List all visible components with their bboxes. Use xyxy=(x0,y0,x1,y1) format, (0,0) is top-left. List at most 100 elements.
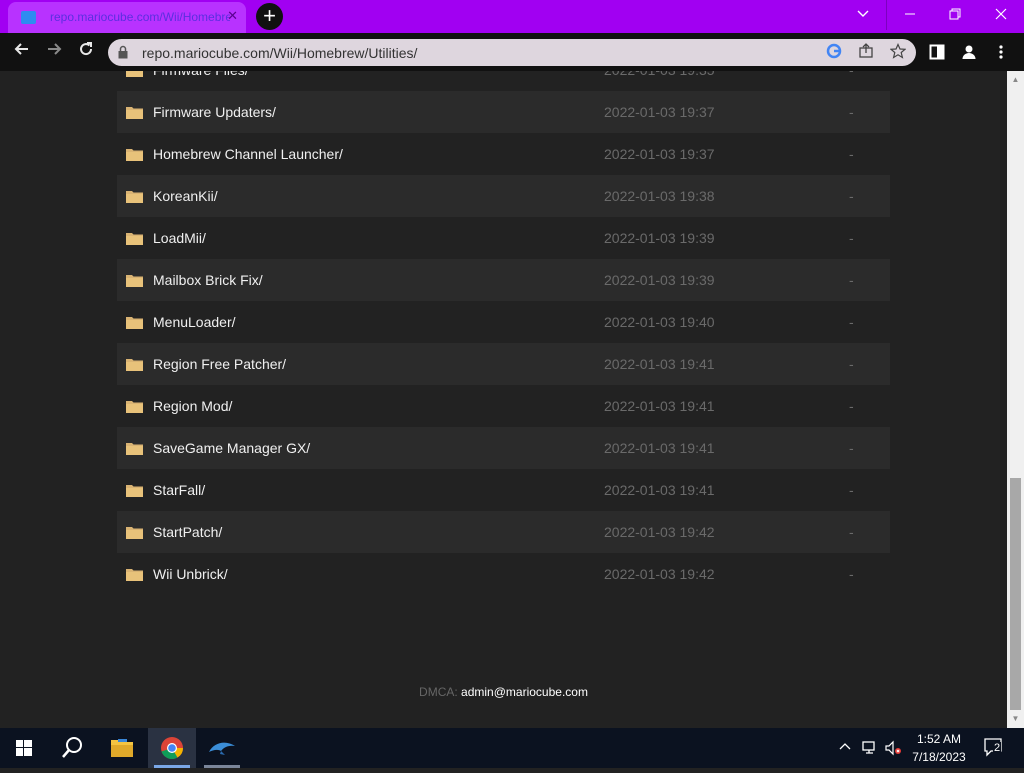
modified-date: 2022-01-03 19:42 xyxy=(604,566,715,582)
forward-button[interactable] xyxy=(42,40,66,64)
minimize-button[interactable] xyxy=(886,0,933,30)
system-clock[interactable]: 1:52 AM 7/18/2023 xyxy=(906,730,972,766)
folder-link[interactable]: StarFall/ xyxy=(153,482,205,498)
file-size: - xyxy=(849,482,854,498)
lock-icon[interactable] xyxy=(118,45,128,59)
folder-link[interactable]: SaveGame Manager GX/ xyxy=(153,440,310,456)
chevron-up-icon xyxy=(839,743,851,750)
folder-link[interactable]: Wii Unbrick/ xyxy=(153,566,228,582)
tab-title: repo.mariocube.com/Wii/Homebrew/Utilitie… xyxy=(50,10,230,24)
restore-button[interactable] xyxy=(932,0,978,30)
reload-button[interactable] xyxy=(74,40,98,64)
profile-icon[interactable] xyxy=(960,44,978,62)
file-size: - xyxy=(849,272,854,288)
modified-date: 2022-01-03 19:39 xyxy=(604,272,715,288)
folder-link[interactable]: Region Free Patcher/ xyxy=(153,356,286,372)
folder-icon xyxy=(111,739,133,757)
windows-logo-icon xyxy=(16,740,32,756)
google-lens-icon[interactable] xyxy=(824,43,844,63)
folder-icon xyxy=(126,149,143,161)
file-explorer-button[interactable] xyxy=(98,728,146,768)
folder-icon xyxy=(126,359,143,371)
folder-icon xyxy=(126,233,143,245)
table-row: Region Mod/2022-01-03 19:41 - xyxy=(117,385,890,427)
tab-close-icon[interactable]: ✕ xyxy=(227,8,238,24)
file-size: - xyxy=(849,524,854,540)
file-size: - xyxy=(849,71,854,78)
folder-icon xyxy=(126,275,143,287)
page-content: Firmware Files/2022-01-03 19:35 - Firmware… xyxy=(0,71,1007,728)
reload-icon xyxy=(80,42,93,56)
table-row: SaveGame Manager GX/2022-01-03 19:41 - xyxy=(117,427,890,469)
modified-date: 2022-01-03 19:37 xyxy=(604,104,715,120)
browser-titlebar: repo.mariocube.com/Wii/Homebrew/Utilitie… xyxy=(0,0,1024,33)
clock-time: 1:52 AM xyxy=(916,732,962,746)
scroll-up-arrow-icon[interactable]: ▲ xyxy=(1007,75,1024,84)
clock-date: 7/18/2023 xyxy=(912,750,966,764)
chrome-taskbar-button[interactable] xyxy=(148,728,196,768)
folder-link[interactable]: Homebrew Channel Launcher/ xyxy=(153,146,343,162)
folder-link[interactable]: MenuLoader/ xyxy=(153,314,236,330)
share-icon[interactable] xyxy=(856,43,876,63)
folder-icon xyxy=(126,401,143,413)
table-row: Wii Unbrick/2022-01-03 19:42 - xyxy=(117,553,890,595)
file-size: - xyxy=(849,356,854,372)
scrollbar-thumb[interactable] xyxy=(1010,478,1021,710)
file-size: - xyxy=(849,230,854,246)
folder-link[interactable]: Mailbox Brick Fix/ xyxy=(153,272,263,288)
table-row: Mailbox Brick Fix/2022-01-03 19:39 - xyxy=(117,259,890,301)
folder-icon xyxy=(126,443,143,455)
folder-link[interactable]: LoadMii/ xyxy=(153,230,206,246)
modified-date: 2022-01-03 19:42 xyxy=(604,524,715,540)
notification-count-badge: 2 xyxy=(993,742,1002,754)
modified-date: 2022-01-03 19:38 xyxy=(604,188,715,204)
url-text[interactable]: repo.mariocube.com/Wii/Homebrew/Utilitie… xyxy=(142,45,417,61)
file-size: - xyxy=(849,566,854,582)
search-button[interactable] xyxy=(48,728,96,768)
folder-link[interactable]: Firmware Updaters/ xyxy=(153,104,276,120)
network-icon[interactable] xyxy=(861,740,879,759)
file-size: - xyxy=(849,314,854,330)
modified-date: 2022-01-03 19:35 xyxy=(604,71,715,78)
folder-icon xyxy=(126,107,143,119)
table-row: Homebrew Channel Launcher/2022-01-03 19:… xyxy=(117,133,890,175)
footer: DMCA: admin@mariocube.com xyxy=(0,685,1007,699)
tab-search-button[interactable] xyxy=(840,0,886,30)
dolphin-taskbar-button[interactable] xyxy=(198,728,246,768)
notifications-button[interactable]: 2 xyxy=(983,737,1007,762)
directory-listing: Firmware Files/2022-01-03 19:35 - Firmware… xyxy=(117,71,890,595)
show-hidden-icons-button[interactable] xyxy=(838,740,852,757)
bookmark-star-icon[interactable] xyxy=(888,43,908,63)
modified-date: 2022-01-03 19:40 xyxy=(604,314,715,330)
file-size: - xyxy=(849,398,854,414)
modified-date: 2022-01-03 19:41 xyxy=(604,398,715,414)
modified-date: 2022-01-03 19:41 xyxy=(604,440,715,456)
side-panel-icon[interactable] xyxy=(928,44,946,62)
folder-link[interactable]: StartPatch/ xyxy=(153,524,222,540)
folder-link[interactable]: Firmware Files/ xyxy=(153,71,249,78)
table-row: MenuLoader/2022-01-03 19:40 - xyxy=(117,301,890,343)
new-tab-button[interactable]: + xyxy=(256,3,283,30)
modified-date: 2022-01-03 19:37 xyxy=(604,146,715,162)
dolphin-icon xyxy=(204,742,240,768)
start-button[interactable] xyxy=(0,728,48,768)
volume-muted-icon[interactable] xyxy=(884,740,902,759)
page-scrollbar[interactable]: ▲ ▼ xyxy=(1007,71,1024,728)
folder-link[interactable]: Region Mod/ xyxy=(153,398,232,414)
folder-icon xyxy=(126,527,143,539)
arrow-left-icon xyxy=(14,43,28,55)
scroll-down-arrow-icon[interactable]: ▼ xyxy=(1007,714,1024,723)
restore-icon xyxy=(949,8,961,20)
dmca-email-link[interactable]: admin@mariocube.com xyxy=(461,685,588,699)
folder-icon xyxy=(126,71,143,77)
file-size: - xyxy=(849,104,854,120)
back-button[interactable] xyxy=(10,40,34,64)
browser-tab[interactable]: repo.mariocube.com/Wii/Homebrew/Utilitie… xyxy=(8,2,246,33)
address-bar[interactable]: repo.mariocube.com/Wii/Homebrew/Utilitie… xyxy=(108,39,916,66)
menu-kebab-icon[interactable] xyxy=(992,44,1010,62)
table-row: Region Free Patcher/2022-01-03 19:41 - xyxy=(117,343,890,385)
folder-link[interactable]: KoreanKii/ xyxy=(153,188,218,204)
table-row: StarFall/2022-01-03 19:41 - xyxy=(117,469,890,511)
folder-icon xyxy=(126,191,143,203)
close-window-button[interactable] xyxy=(978,0,1024,30)
